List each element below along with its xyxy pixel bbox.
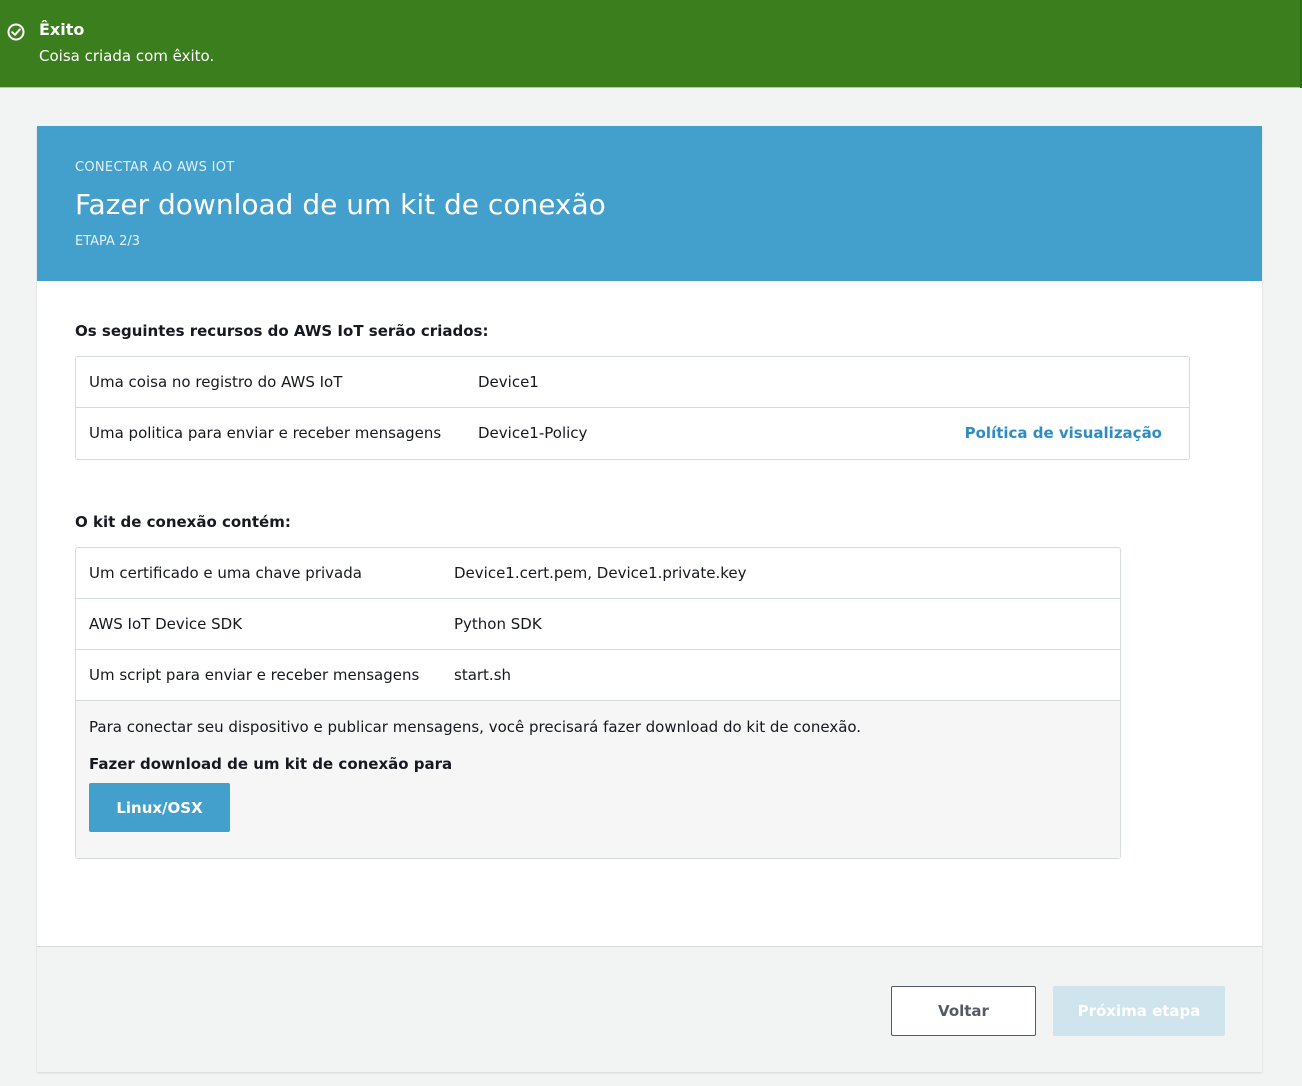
download-info-text: Para conectar seu dispositivo e publicar… bbox=[89, 718, 862, 736]
kit-heading: O kit de conexão contém: bbox=[75, 513, 291, 531]
kit-item-value: Device1.cert.pem, Device1.private.key bbox=[454, 564, 747, 582]
table-row: Um script para enviar e receber mensagen… bbox=[76, 650, 1120, 701]
resource-name: Uma politica para enviar e receber mensa… bbox=[89, 424, 442, 442]
banner-title: Êxito bbox=[39, 20, 85, 39]
next-step-button[interactable]: Próxima etapa bbox=[1053, 986, 1225, 1036]
wizard-card: CONECTAR AO AWS IOT Fazer download de um… bbox=[37, 126, 1262, 1072]
resource-value: Device1 bbox=[478, 373, 539, 391]
wizard-header: CONECTAR AO AWS IOT Fazer download de um… bbox=[37, 126, 1262, 281]
kit-item-value: Python SDK bbox=[454, 615, 542, 633]
kit-table: Um certificado e uma chave privada Devic… bbox=[75, 547, 1121, 859]
back-button[interactable]: Voltar bbox=[891, 986, 1036, 1036]
kit-item-name: Um certificado e uma chave privada bbox=[89, 564, 362, 582]
kit-item-name: Um script para enviar e receber mensagen… bbox=[89, 666, 420, 684]
view-policy-link[interactable]: Política de visualização bbox=[965, 423, 1162, 443]
kit-item-name: AWS IoT Device SDK bbox=[89, 615, 243, 633]
table-row: AWS IoT Device SDK Python SDK bbox=[76, 599, 1120, 650]
success-banner: Êxito Coisa criada com êxito. bbox=[0, 0, 1302, 88]
resources-table: Uma coisa no registro do AWS IoT Device1… bbox=[75, 356, 1190, 460]
download-panel: Para conectar seu dispositivo e publicar… bbox=[76, 701, 1120, 858]
resource-name: Uma coisa no registro do AWS IoT bbox=[89, 373, 343, 391]
table-row: Uma politica para enviar e receber mensa… bbox=[76, 408, 1189, 459]
page-title: Fazer download de um kit de conexão bbox=[75, 188, 606, 221]
wizard-eyebrow: CONECTAR AO AWS IOT bbox=[75, 160, 235, 175]
download-linux-osx-button[interactable]: Linux/OSX bbox=[89, 783, 230, 832]
wizard-footer: Voltar Próxima etapa bbox=[37, 946, 1262, 1072]
check-circle-icon bbox=[7, 23, 25, 41]
table-row: Uma coisa no registro do AWS IoT Device1 bbox=[76, 357, 1189, 408]
table-row: Um certificado e uma chave privada Devic… bbox=[76, 548, 1120, 599]
resources-heading: Os seguintes recursos do AWS IoT serão c… bbox=[75, 322, 489, 340]
resource-value: Device1-Policy bbox=[478, 424, 588, 442]
step-indicator: ETAPA 2/3 bbox=[75, 234, 140, 249]
kit-item-value: start.sh bbox=[454, 666, 512, 684]
banner-message: Coisa criada com êxito. bbox=[39, 47, 215, 65]
download-platform-label: Fazer download de um kit de conexão para bbox=[89, 755, 453, 773]
